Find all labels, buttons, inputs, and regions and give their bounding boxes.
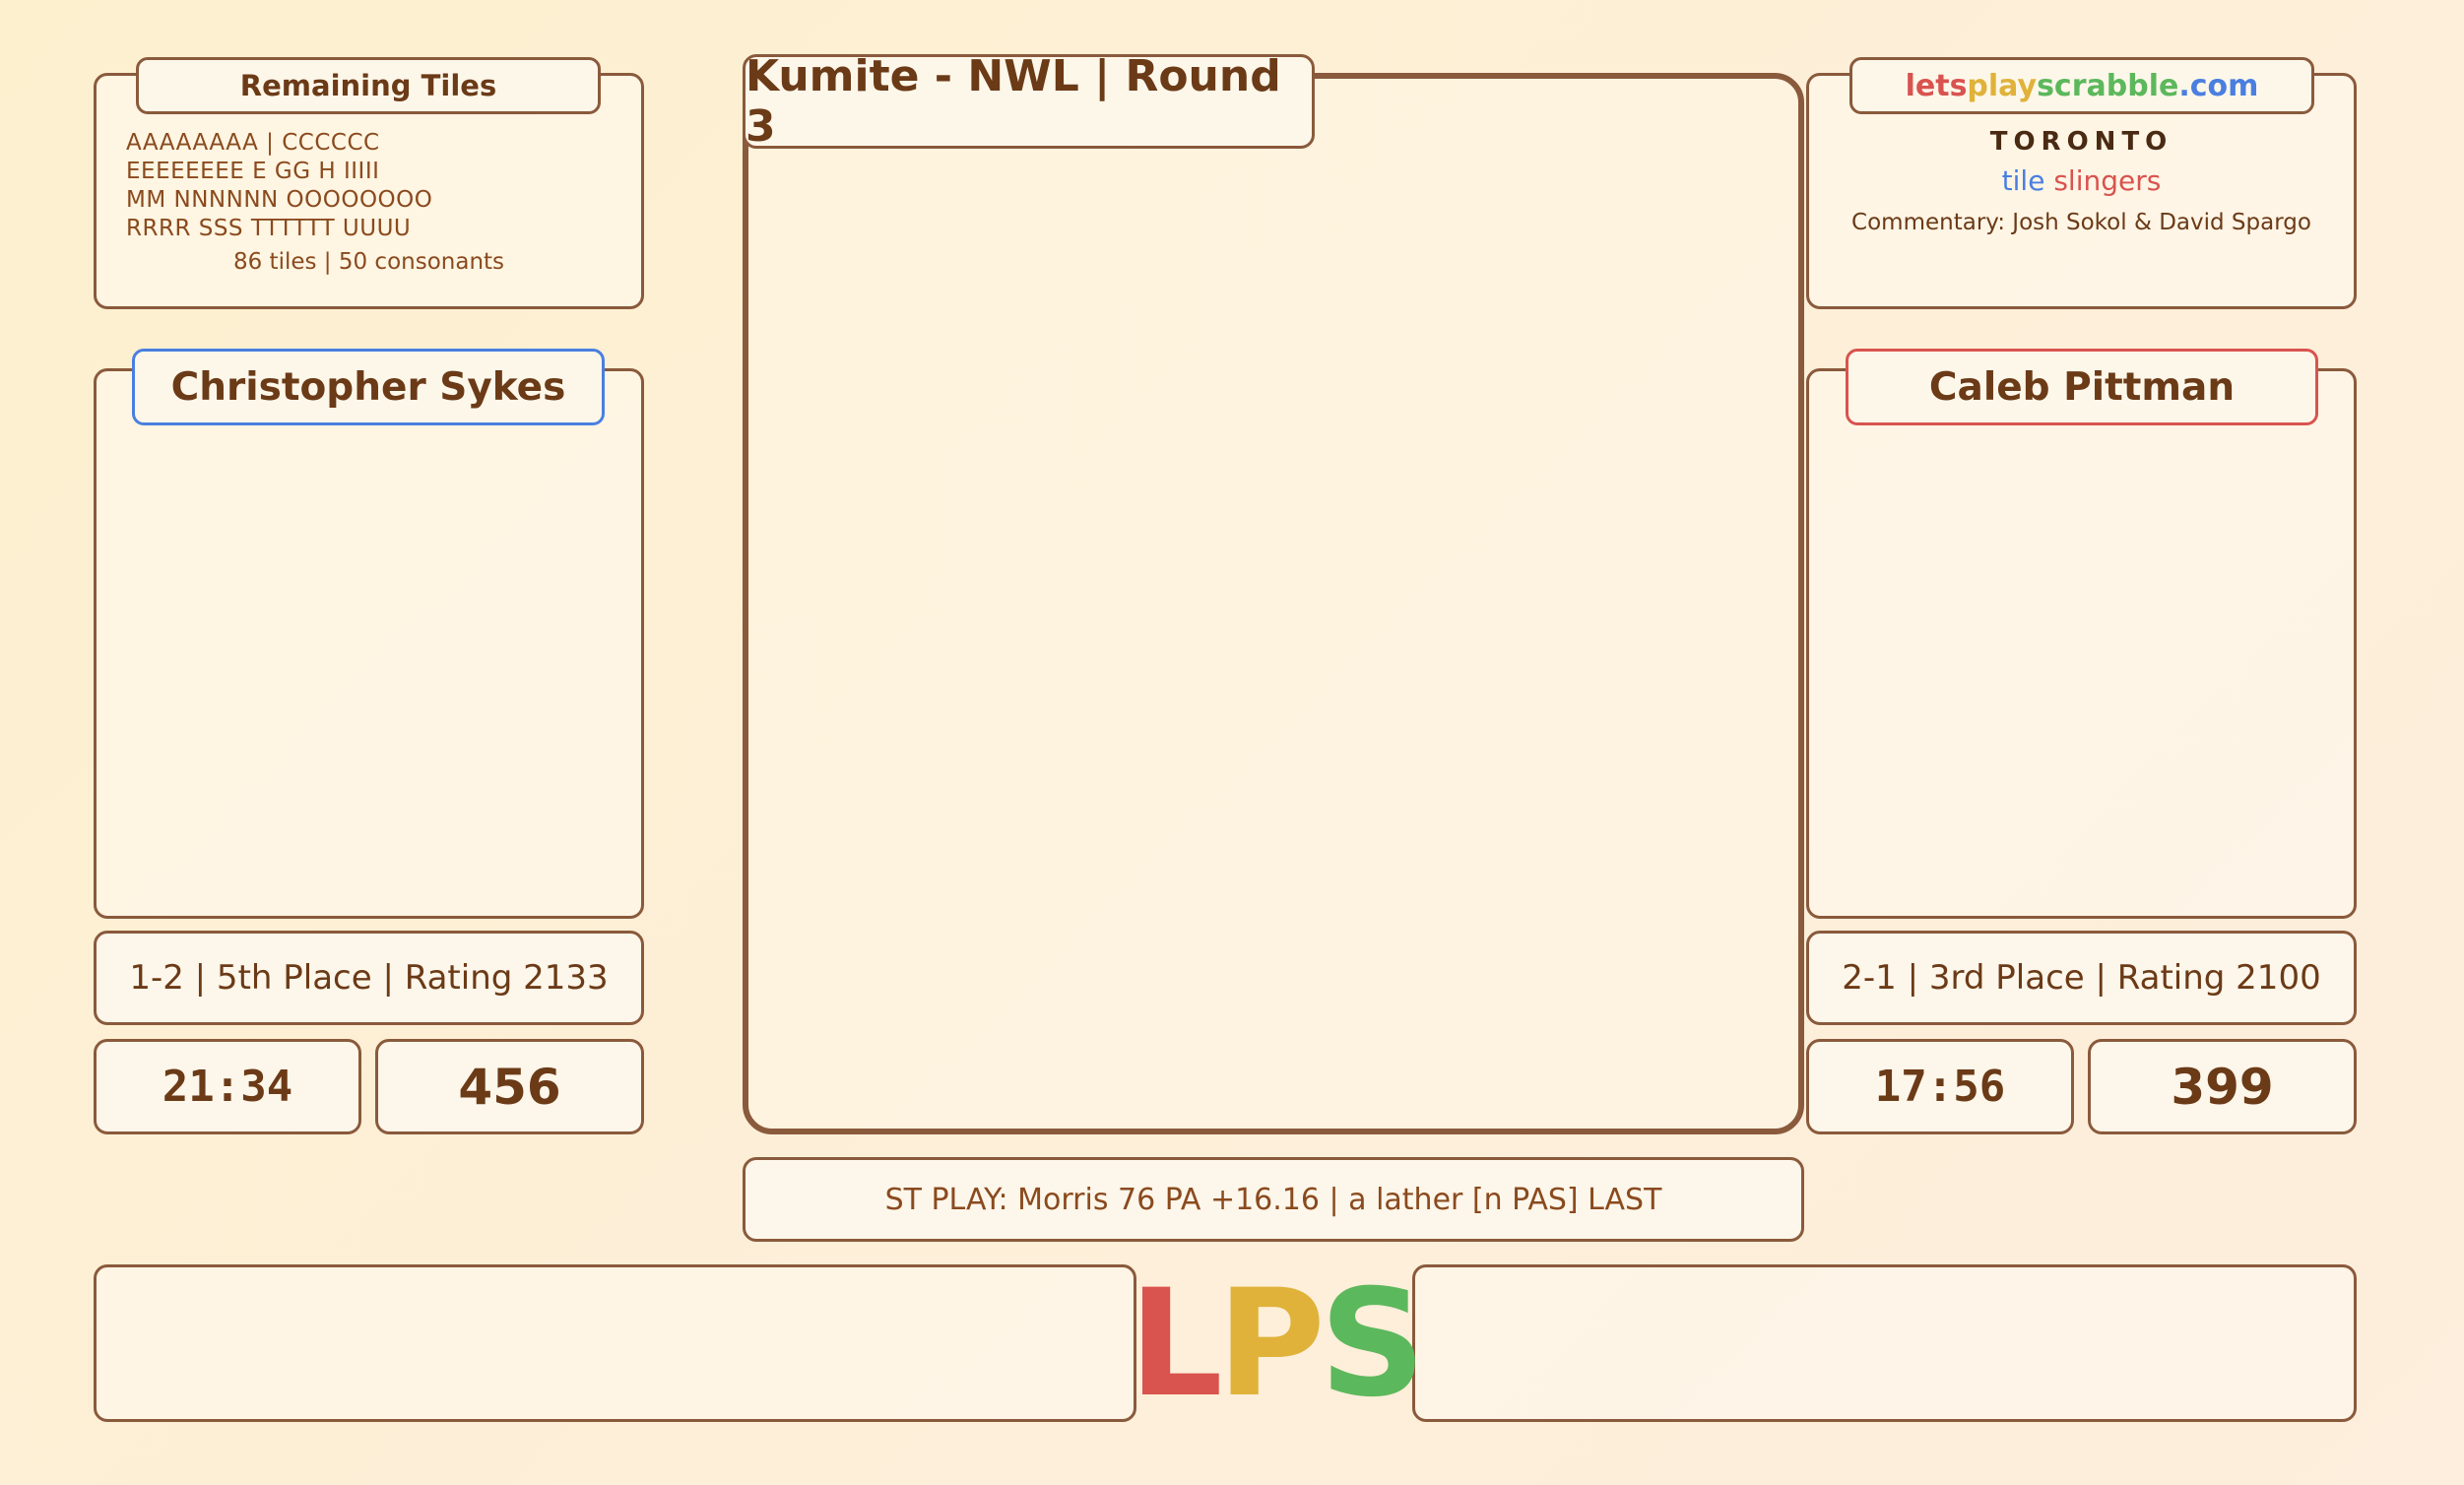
tile-list: AAAAAAAA | CCCCCC EEEEEEEE E GG H IIIII …	[126, 129, 432, 243]
player1-record: 1-2 | 5th Place | Rating 2133	[94, 931, 644, 1025]
player2-clock: 17:56	[1806, 1039, 2074, 1134]
lps-logo: LPS	[1129, 1259, 1426, 1430]
site-part-com: .com	[2178, 68, 2259, 103]
site-part-scrabble: scrabble	[2037, 68, 2179, 103]
group-name: tile slingers	[1809, 164, 2354, 197]
site-part-play: play	[1967, 68, 2038, 103]
player2-score: 399	[2088, 1039, 2357, 1134]
tile-summary: 86 tiles | 50 consonants	[232, 249, 505, 275]
bottom-left-banner	[94, 1264, 1136, 1422]
logo-letter-s: S	[1319, 1259, 1426, 1430]
remaining-tiles-title: Remaining Tiles	[136, 57, 601, 114]
logo-letter-p: P	[1216, 1259, 1326, 1430]
player1-rack-panel	[94, 368, 644, 919]
city-label: TORONTO	[1989, 127, 2173, 157]
player1-name: Christopher Sykes	[132, 349, 605, 425]
player2-rack-panel	[1806, 368, 2357, 919]
player1-clock: 21:34	[94, 1039, 361, 1134]
tile-line-3: MM NNNNNN OOOOOOOO	[126, 187, 433, 213]
last-play-ticker: ST PLAY: Morris 76 PA +16.16 | a lather …	[743, 1157, 1804, 1242]
commentary-text: Commentary: Josh Sokol & David Spargo	[1851, 210, 2311, 235]
player1-score: 456	[375, 1039, 644, 1134]
player2-name: Caleb Pittman	[1846, 349, 2318, 425]
bottom-right-banner	[1412, 1264, 2357, 1422]
site-part-lets: lets	[1905, 68, 1968, 103]
site-title[interactable]: lets play scrabble .com	[1849, 57, 2314, 114]
tile-line-1: AAAAAAAA | CCCCCC	[126, 130, 380, 156]
logo-letter-l: L	[1129, 1259, 1223, 1430]
tile-line-2: EEEEEEEE E GG H IIIII	[126, 159, 380, 184]
group-word-tile: tile	[2001, 164, 2045, 197]
board-title: Kumite - NWL | Round 3	[743, 51, 1315, 152]
group-word-slingers: slingers	[2053, 164, 2162, 197]
player2-record: 2-1 | 3rd Place | Rating 2100	[1806, 931, 2357, 1025]
board-panel	[743, 73, 1804, 1134]
tile-line-4: RRRR SSS TTTTTT UUUU	[126, 216, 412, 241]
